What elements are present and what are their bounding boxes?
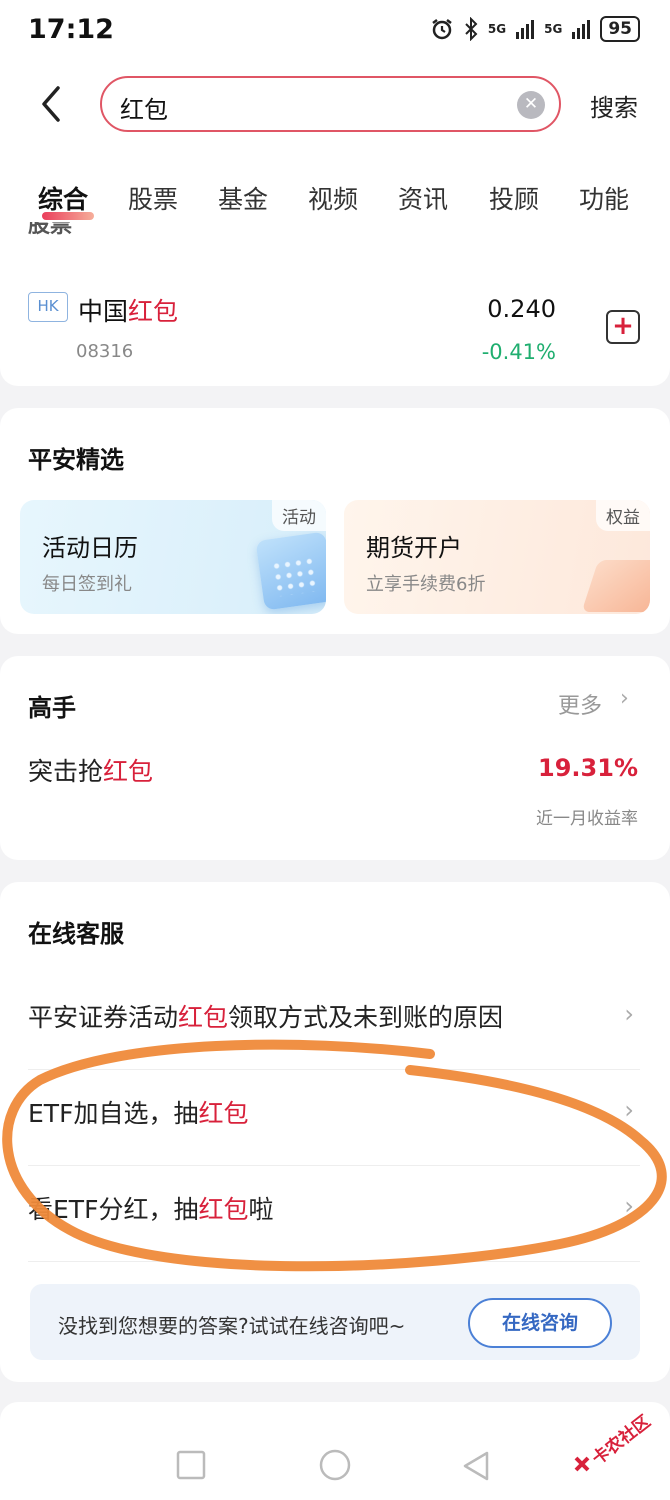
stock-change: -0.41% bbox=[481, 340, 556, 364]
pingan-picks-card: 平安精选 活动日历 每日签到礼 活动 期货开户 立享手续费6折 权益 bbox=[0, 408, 670, 634]
bluetooth-icon bbox=[465, 17, 478, 41]
tile-subtitle: 每日签到礼 bbox=[42, 574, 132, 595]
battery-indicator: 95 bbox=[600, 16, 640, 42]
market-badge: HK bbox=[28, 292, 68, 322]
tab-advisors[interactable]: 投顾 bbox=[489, 180, 539, 216]
search-button[interactable]: 搜索 bbox=[590, 88, 638, 123]
tile-futures-account[interactable]: 期货开户 立享手续费6折 权益 bbox=[344, 500, 650, 614]
expert-return: 19.31% bbox=[538, 754, 638, 782]
tab-comprehensive[interactable]: 综合 bbox=[38, 180, 95, 220]
faq-item[interactable]: ETF加自选，抽红包 › bbox=[28, 1070, 640, 1166]
consult-banner: 没找到您想要的答案?试试在线咨询吧~ 在线咨询 bbox=[30, 1284, 640, 1360]
faq-item[interactable]: 看ETF分红，抽红包啦 › bbox=[28, 1166, 640, 1262]
consult-prompt: 没找到您想要的答案?试试在线咨询吧~ bbox=[58, 1314, 406, 1338]
add-watchlist-button[interactable]: + bbox=[606, 310, 640, 344]
chevron-right-icon: › bbox=[624, 1000, 634, 1028]
expert-return-label: 近一月收益率 bbox=[536, 809, 638, 829]
net-label-1: 5G bbox=[487, 22, 507, 36]
faq-text: 平安证券活动红包领取方式及未到账的原因 bbox=[28, 1003, 504, 1032]
signal-icon-2 bbox=[572, 20, 591, 39]
signal-icon bbox=[516, 20, 535, 39]
tile-title: 活动日历 bbox=[42, 534, 138, 562]
stock-name[interactable]: 中国红包 bbox=[78, 292, 178, 328]
chevron-right-icon: › bbox=[624, 1096, 634, 1124]
tab-stocks[interactable]: 股票 bbox=[128, 180, 178, 216]
tab-videos[interactable]: 视频 bbox=[308, 180, 358, 216]
faq-text: ETF加自选，抽红包 bbox=[28, 1099, 249, 1128]
expert-card: 高手 更多 › 突击抢红包 19.31% 近一月收益率 bbox=[0, 656, 670, 860]
chevron-right-icon: › bbox=[624, 1192, 634, 1220]
expert-portfolio-name[interactable]: 突击抢红包 bbox=[28, 752, 153, 788]
online-service-card: 在线客服 平安证券活动红包领取方式及未到账的原因 › ETF加自选，抽红包 › … bbox=[0, 882, 670, 1382]
category-tabs: 综合 股票 基金 视频 资讯 投顾 功能 bbox=[0, 160, 670, 236]
tile-title: 期货开户 bbox=[366, 534, 462, 562]
pingan-title: 平安精选 bbox=[28, 446, 124, 474]
calendar-icon bbox=[255, 531, 326, 611]
stock-code: 08316 bbox=[76, 341, 134, 362]
net-label-2: 5G bbox=[544, 22, 563, 36]
tab-funds[interactable]: 基金 bbox=[218, 180, 268, 216]
tab-news[interactable]: 资讯 bbox=[398, 180, 448, 216]
faq-text: 看ETF分红，抽红包啦 bbox=[28, 1195, 274, 1224]
status-bar: 17:12 5G 5G 95 bbox=[0, 0, 670, 62]
search-query: 红包 bbox=[120, 96, 168, 124]
tile-subtitle: 立享手续费6折 bbox=[366, 574, 486, 595]
faq-item[interactable]: 平安证券活动红包领取方式及未到账的原因 › bbox=[28, 974, 640, 1070]
tab-functions[interactable]: 功能 bbox=[579, 180, 629, 216]
service-title: 在线客服 bbox=[28, 920, 124, 948]
chevron-right-icon[interactable]: › bbox=[620, 686, 629, 711]
coupon-icon bbox=[581, 560, 650, 612]
search-header: 红包 ✕ 搜索 bbox=[0, 62, 670, 160]
stock-result-card: HK 中国红包 08316 0.240 -0.41% bbox=[0, 236, 670, 386]
back-arrow-icon[interactable] bbox=[34, 82, 74, 126]
clear-icon[interactable]: ✕ bbox=[517, 91, 545, 119]
stock-price: 0.240 bbox=[487, 295, 556, 323]
tab-underline bbox=[42, 212, 95, 220]
watermark-logo: 卡农社区 bbox=[568, 1404, 668, 1484]
section-header-stocks: 股票 bbox=[28, 222, 73, 236]
status-time: 17:12 bbox=[28, 14, 114, 45]
status-icons: 5G 5G 95 bbox=[430, 16, 640, 42]
tile-tag: 权益 bbox=[596, 500, 650, 531]
alarm-icon bbox=[432, 19, 452, 40]
online-consult-button[interactable]: 在线咨询 bbox=[468, 1298, 612, 1348]
back-triangle-icon[interactable] bbox=[462, 1450, 490, 1482]
home-icon[interactable] bbox=[318, 1448, 352, 1482]
more-link[interactable]: 更多 bbox=[558, 688, 602, 720]
recents-icon[interactable] bbox=[176, 1450, 206, 1480]
search-input[interactable]: 红包 ✕ bbox=[100, 76, 561, 132]
expert-title: 高手 bbox=[28, 694, 76, 722]
tile-tag: 活动 bbox=[272, 500, 326, 531]
tile-activity-calendar[interactable]: 活动日历 每日签到礼 活动 bbox=[20, 500, 326, 614]
